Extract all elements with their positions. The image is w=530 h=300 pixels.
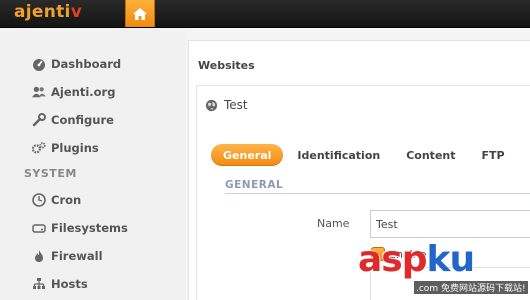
home-button[interactable]: [125, 0, 155, 27]
sidebar-item-label: Filesystems: [51, 221, 128, 235]
site-name: Test: [224, 98, 248, 112]
globe-icon: [205, 99, 218, 111]
users-icon: [32, 85, 46, 99]
watermark-text-blue: ku: [426, 239, 476, 280]
watermark-subtitle: .com 免费网站源码下载站!: [414, 281, 528, 294]
drive-icon: [32, 221, 46, 235]
sidebar-item-cron[interactable]: Cron: [32, 189, 81, 211]
tab-identification[interactable]: Identification: [285, 144, 392, 166]
clock-icon: [32, 193, 46, 207]
sidebar-item-label: Firewall: [51, 249, 103, 263]
sidebar-item-label: Cron: [51, 193, 82, 207]
sitemap-icon: [32, 277, 46, 291]
watermark-suffix: .com: [416, 284, 439, 294]
watermark-logo: aspku: [358, 239, 476, 280]
tab-more[interactable]: M: [519, 144, 530, 166]
brand-logo[interactable]: ajentiv: [14, 2, 82, 22]
sidebar-item-label: Plugins: [51, 141, 99, 155]
sidebar-item-filesystems[interactable]: Filesystems: [32, 217, 128, 239]
site-header[interactable]: Test: [205, 98, 248, 112]
sidebar-item-ajenti-org[interactable]: Ajenti.org: [32, 81, 115, 103]
section-general-header: GENERAL: [225, 179, 530, 194]
sidebar: Dashboard Ajenti.org Configure Plugins S…: [0, 28, 185, 300]
brand-mark: v: [70, 2, 83, 22]
sidebar-item-firewall[interactable]: Firewall: [32, 245, 103, 267]
page-title: Websites: [198, 59, 255, 72]
dashboard-icon: [32, 57, 46, 71]
sidebar-item-hosts[interactable]: Hosts: [32, 273, 88, 295]
sidebar-item-configure[interactable]: Configure: [32, 109, 114, 131]
sidebar-item-label: Configure: [51, 113, 114, 127]
sidebar-section-system: SYSTEM: [24, 167, 77, 180]
top-bar: ajentiv: [0, 0, 530, 28]
brand-text: ajenti: [14, 2, 71, 22]
sidebar-item-dashboard[interactable]: Dashboard: [32, 53, 121, 75]
sidebar-item-label: Hosts: [51, 277, 88, 291]
sidebar-item-label: Ajenti.org: [51, 85, 116, 99]
name-input[interactable]: [370, 210, 530, 238]
name-field-label: Name: [317, 217, 350, 230]
sidebar-item-plugins[interactable]: Plugins: [32, 137, 99, 159]
watermark-text-red: asp: [358, 239, 427, 280]
sidebar-item-label: Dashboard: [51, 57, 122, 71]
tab-ftp[interactable]: FTP: [470, 144, 517, 166]
watermark-subtitle-text: 免费网站源码下载站!: [440, 284, 526, 294]
wrench-icon: [32, 113, 46, 127]
fire-icon: [32, 249, 46, 263]
tab-content[interactable]: Content: [394, 144, 467, 166]
tab-bar: General Identification Content FTP M: [211, 143, 530, 167]
tab-general[interactable]: General: [211, 144, 284, 166]
cogs-icon: [32, 141, 46, 155]
home-icon: [133, 7, 147, 20]
